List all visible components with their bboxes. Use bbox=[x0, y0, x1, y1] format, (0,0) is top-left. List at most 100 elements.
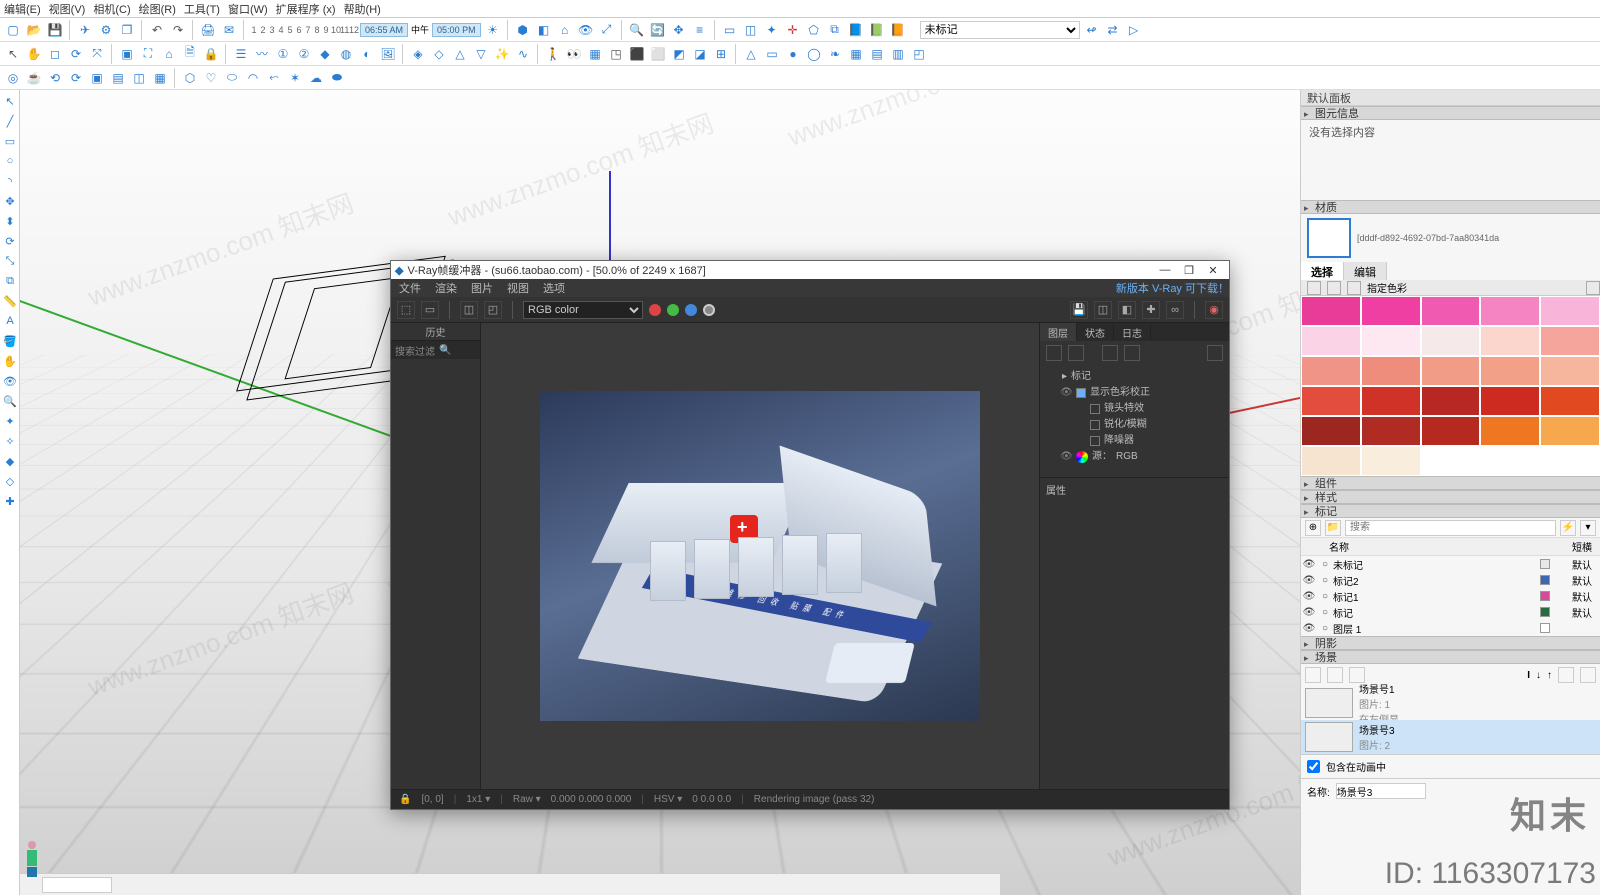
color-swatch[interactable] bbox=[1540, 446, 1600, 476]
solid2-icon[interactable]: ◇ bbox=[430, 45, 448, 63]
radio-icon[interactable]: ○ bbox=[1317, 591, 1333, 602]
vfb-grid-icon[interactable]: ◧ bbox=[1118, 301, 1136, 319]
viewport[interactable]: www.znzmo.com 知末网 www.znzmo.com 知末网 www.… bbox=[20, 90, 1300, 895]
box3d-icon[interactable]: ◫ bbox=[742, 21, 760, 39]
vr-win2-icon[interactable]: ▤ bbox=[109, 69, 127, 87]
eye-icon[interactable]: 👁 bbox=[1301, 623, 1317, 634]
menu-item[interactable]: 视图(V) bbox=[49, 1, 86, 17]
face-icon[interactable]: ◆ bbox=[316, 45, 334, 63]
tag-row[interactable]: 👁○未标记默认 bbox=[1301, 556, 1600, 572]
color-swatch[interactable] bbox=[1361, 416, 1421, 446]
vfb-titlebar[interactable]: ◆ V-Ray帧缓冲器 - (su66.taobao.com) - [50.0%… bbox=[391, 261, 1229, 279]
color-swatch[interactable] bbox=[1540, 296, 1600, 326]
scene-refresh-icon[interactable] bbox=[1305, 667, 1321, 683]
lt-rot-icon[interactable]: ⟳ bbox=[1, 232, 19, 250]
shadow-icon[interactable]: ◐ bbox=[358, 45, 376, 63]
lt-off-icon[interactable]: ⧉ bbox=[1, 272, 19, 290]
vr-safe-icon[interactable]: ▦ bbox=[151, 69, 169, 87]
section-scenes[interactable]: 场景 bbox=[1301, 650, 1600, 664]
swap-icon[interactable]: ⇄ bbox=[1104, 21, 1122, 39]
tool1-icon[interactable]: ✦ bbox=[763, 21, 781, 39]
color-swatch[interactable] bbox=[1421, 446, 1481, 476]
clear-icon[interactable]: ↫ bbox=[1083, 21, 1101, 39]
cube4-icon[interactable]: ⬜ bbox=[649, 45, 667, 63]
lt-paint-icon[interactable]: 🪣 bbox=[1, 332, 19, 350]
mat-home-icon[interactable] bbox=[1347, 281, 1361, 295]
lt-circ-icon[interactable]: ○ bbox=[1, 152, 19, 170]
lt-line-icon[interactable]: ╱ bbox=[1, 112, 19, 130]
scene-name-input[interactable] bbox=[1336, 783, 1426, 799]
section-entityinfo[interactable]: 图元信息 bbox=[1301, 106, 1600, 120]
doc-icon[interactable]: 🗎 bbox=[181, 45, 199, 63]
ex4-icon[interactable]: ◠ bbox=[244, 69, 262, 87]
book1-icon[interactable]: 📘 bbox=[847, 21, 865, 39]
maximize-button[interactable]: ❐ bbox=[1177, 264, 1201, 277]
vfb-update-notice[interactable]: 新版本 V-Ray 可下载！ bbox=[1116, 280, 1229, 296]
tag-add-icon[interactable]: ⊕ bbox=[1305, 520, 1321, 536]
layer-add-icon[interactable] bbox=[1046, 345, 1062, 361]
vr-teapot-icon[interactable]: ☕ bbox=[25, 69, 43, 87]
eye-icon[interactable]: 👁 bbox=[577, 21, 595, 39]
color-swatch[interactable] bbox=[1540, 326, 1600, 356]
color-swatch[interactable] bbox=[1301, 296, 1361, 326]
color-swatch[interactable] bbox=[1301, 386, 1361, 416]
eye-icon[interactable]: 👁 bbox=[1301, 591, 1317, 602]
tag-color-swatch[interactable] bbox=[1540, 591, 1550, 601]
layer-save-icon[interactable] bbox=[1102, 345, 1118, 361]
tag-color-swatch[interactable] bbox=[1540, 575, 1550, 585]
stack-icon[interactable]: ≡ bbox=[691, 21, 709, 39]
status-hsv[interactable]: HSV ▾ bbox=[654, 794, 682, 805]
undo-icon[interactable]: ↶ bbox=[148, 21, 166, 39]
tag-row[interactable]: 👁○标记2默认 bbox=[1301, 572, 1600, 588]
tag-color-swatch[interactable] bbox=[1540, 607, 1550, 617]
scene-item[interactable]: 场景号3 图片: 2 bbox=[1301, 720, 1600, 754]
lt-etc1-icon[interactable]: ✦ bbox=[1, 412, 19, 430]
section-tags[interactable]: 标记 bbox=[1301, 504, 1600, 518]
menu-item[interactable]: 工具(T) bbox=[184, 1, 220, 17]
save-icon[interactable]: 💾 bbox=[46, 21, 64, 39]
radio-icon[interactable]: ○ bbox=[1317, 607, 1333, 618]
vr-win-icon[interactable]: ▣ bbox=[88, 69, 106, 87]
tag-folder-icon[interactable]: 📁 bbox=[1325, 520, 1341, 536]
vfb-tb2-icon[interactable]: ▭ bbox=[421, 301, 439, 319]
eye-icon[interactable]: 👁 bbox=[1301, 607, 1317, 618]
new-icon[interactable]: ▢ bbox=[4, 21, 22, 39]
statusbar-field[interactable] bbox=[42, 877, 112, 893]
mat-back-icon[interactable] bbox=[1307, 281, 1321, 295]
select-icon[interactable]: ◻ bbox=[46, 45, 64, 63]
layers-icon[interactable]: ☰ bbox=[232, 45, 250, 63]
hand-icon[interactable]: ✋ bbox=[25, 45, 43, 63]
vfb-tab-status[interactable]: 状态 bbox=[1077, 323, 1114, 341]
grid2-icon[interactable]: ▤ bbox=[868, 45, 886, 63]
material-thumbnail[interactable]: [dddf-d892-4692-07bd-7aa80341da bbox=[1301, 214, 1600, 262]
material-tab-edit[interactable]: 编辑 bbox=[1344, 262, 1387, 280]
vfb-region-icon[interactable]: ◫ bbox=[1094, 301, 1112, 319]
scene-item[interactable]: 场景号1 图片: 1 在左侧显 bbox=[1301, 686, 1600, 720]
tag-col-dash[interactable]: 短横 bbox=[1540, 539, 1600, 554]
vfb-menu-item[interactable]: 选项 bbox=[543, 280, 565, 296]
home-icon[interactable]: ⌂ bbox=[556, 21, 574, 39]
vfb-pick-icon[interactable]: ✚ bbox=[1142, 301, 1160, 319]
status-zoom[interactable]: 1x1 ▾ bbox=[466, 794, 490, 805]
tag-search-input[interactable] bbox=[1345, 520, 1556, 536]
tag-color-swatch[interactable] bbox=[1540, 559, 1550, 569]
radio-icon[interactable]: ○ bbox=[1317, 575, 1333, 586]
ex5-icon[interactable]: ⬿ bbox=[265, 69, 283, 87]
spark-icon[interactable]: ✨ bbox=[493, 45, 511, 63]
vray-frame-buffer[interactable]: ◆ V-Ray帧缓冲器 - (su66.taobao.com) - [50.0%… bbox=[390, 260, 1230, 810]
vfb-bucket-icon[interactable]: ◉ bbox=[1205, 301, 1223, 319]
vr-orbit-icon[interactable]: ⟲ bbox=[46, 69, 64, 87]
soften-icon[interactable]: 〰 bbox=[253, 45, 271, 63]
vfb-tab-log[interactable]: 日志 bbox=[1114, 323, 1151, 341]
slot-icon[interactable]: ▦ bbox=[586, 45, 604, 63]
plane2-icon[interactable]: ▭ bbox=[763, 45, 781, 63]
vfb-menu-item[interactable]: 图片 bbox=[471, 280, 493, 296]
layer-load-icon[interactable] bbox=[1124, 345, 1140, 361]
radio-icon[interactable]: ○ bbox=[1317, 623, 1333, 634]
walk-icon[interactable]: 🚶 bbox=[544, 45, 562, 63]
color-swatch[interactable] bbox=[1361, 296, 1421, 326]
color-swatch[interactable] bbox=[1361, 386, 1421, 416]
vfb-tb1-icon[interactable]: ⬚ bbox=[397, 301, 415, 319]
search-icon[interactable]: 🔍 bbox=[628, 21, 646, 39]
color-swatch[interactable] bbox=[1540, 416, 1600, 446]
